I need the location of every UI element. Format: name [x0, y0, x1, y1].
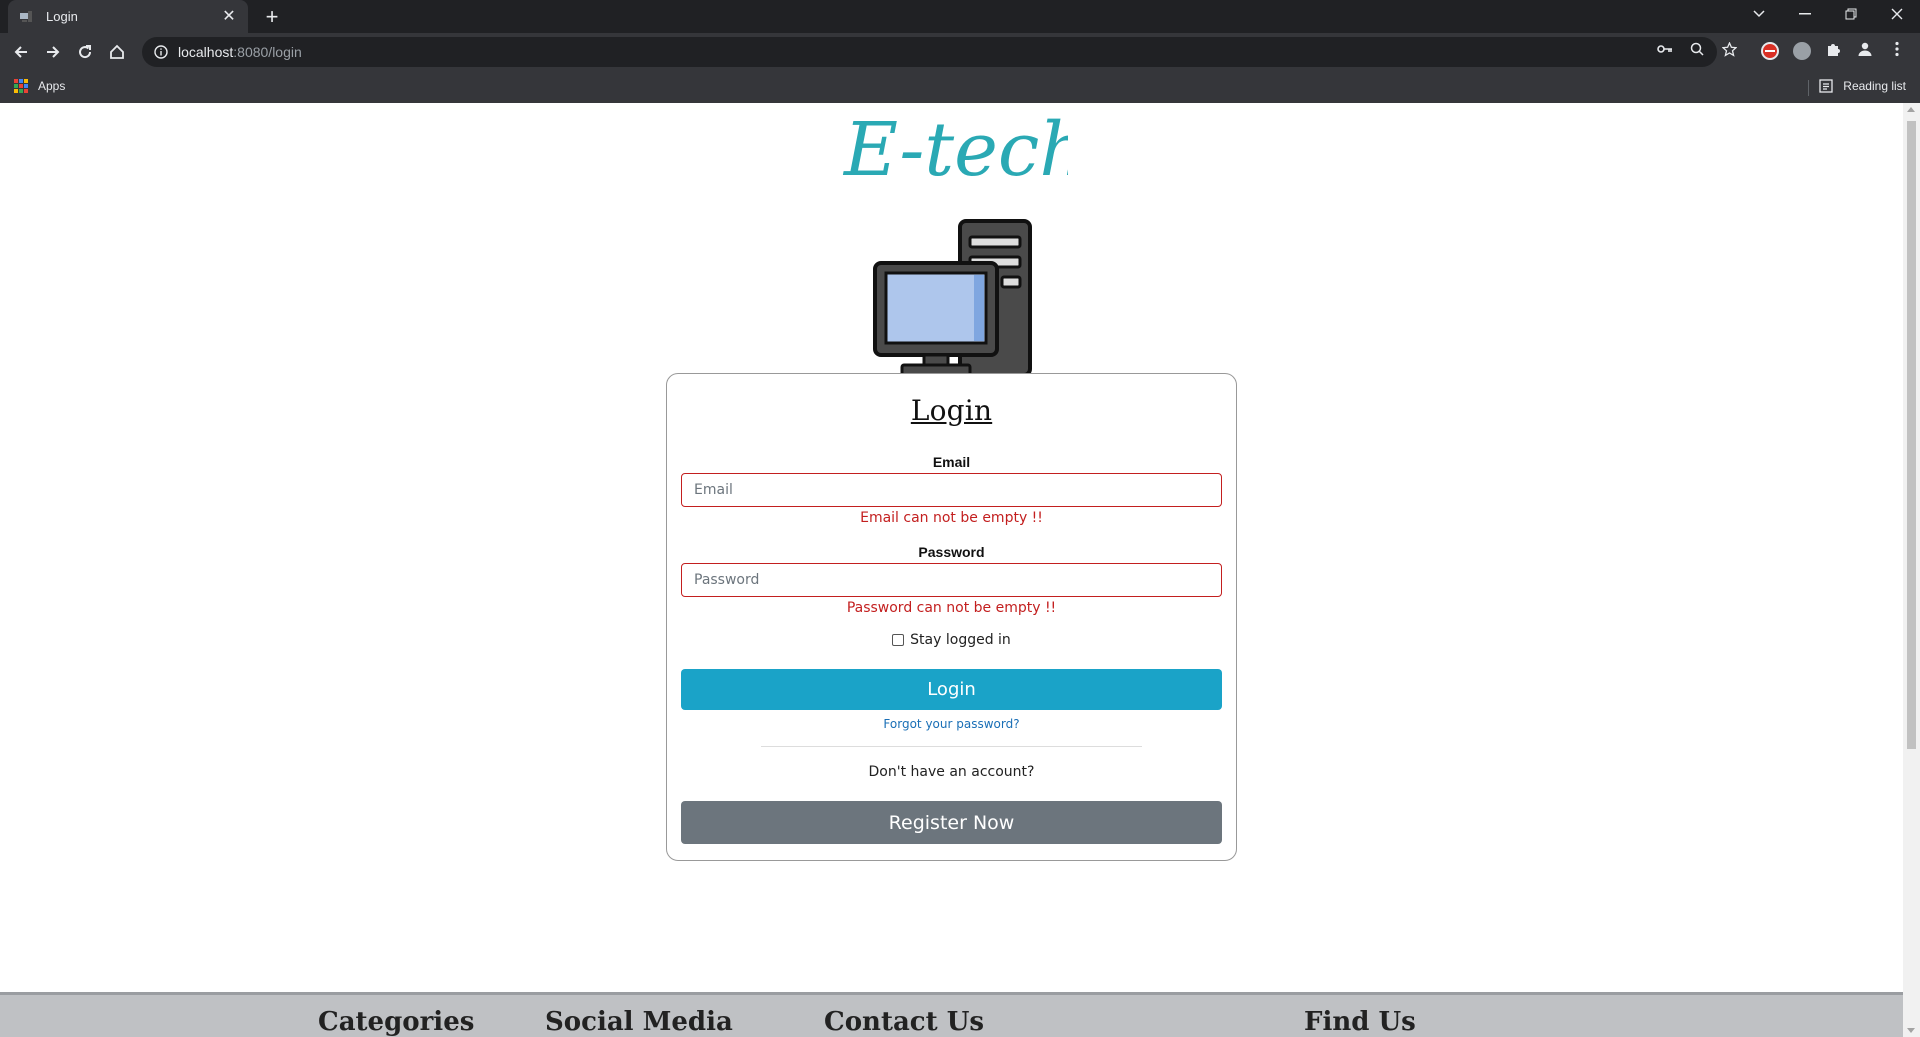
menu-kebab-icon[interactable]	[1888, 40, 1906, 58]
new-tab-icon[interactable]: +	[258, 4, 286, 30]
bookmarks-bar: Apps Reading list	[0, 71, 1920, 103]
browser-chrome: Login ✕ + localhost:8080/login Apps Rea…	[0, 0, 1920, 103]
extension-circle-icon[interactable]	[1793, 42, 1811, 60]
home-icon[interactable]	[103, 38, 131, 66]
restore-icon[interactable]	[1828, 0, 1874, 28]
login-card: Login Email Email can not be empty !! Pa…	[666, 373, 1237, 861]
tab-search-icon[interactable]	[1736, 0, 1782, 28]
url-host: localhost	[178, 44, 234, 60]
close-window-icon[interactable]	[1874, 0, 1920, 28]
back-icon[interactable]	[7, 38, 35, 66]
login-button[interactable]: Login	[681, 669, 1222, 710]
tab-title: Login	[46, 9, 78, 24]
address-bar[interactable]: localhost:8080/login	[142, 37, 1717, 67]
scroll-down-icon[interactable]	[1907, 1028, 1915, 1033]
forgot-password-link[interactable]: Forgot your password?	[667, 717, 1236, 731]
apps-grid-icon	[14, 79, 28, 93]
tab-strip: Login ✕ +	[0, 0, 1920, 33]
stay-logged-in-label[interactable]: Stay logged in	[910, 632, 1011, 648]
extension-block-icon[interactable]	[1761, 42, 1779, 60]
scroll-up-icon[interactable]	[1907, 107, 1915, 112]
reading-list-button[interactable]: Reading list	[1819, 79, 1906, 93]
site-info-icon[interactable]	[154, 45, 168, 59]
bookmark-apps[interactable]: Apps	[14, 79, 65, 93]
zoom-icon[interactable]	[1688, 40, 1706, 58]
footer-heading-find-us: Find Us	[1304, 1007, 1416, 1037]
page-scrollbar[interactable]	[1903, 103, 1920, 1037]
register-button[interactable]: Register Now	[681, 801, 1222, 844]
reading-list-label: Reading list	[1843, 79, 1906, 93]
forward-icon[interactable]	[39, 38, 67, 66]
email-input[interactable]	[681, 473, 1222, 507]
footer-heading-categories: Categories	[318, 1007, 475, 1037]
close-tab-icon[interactable]: ✕	[220, 8, 238, 26]
favicon-icon	[18, 9, 34, 25]
logo-text: E-tech	[842, 107, 1068, 193]
reading-list-icon	[1819, 79, 1833, 93]
email-error: Email can not be empty !!	[860, 510, 1043, 526]
extensions-puzzle-icon[interactable]	[1824, 40, 1842, 58]
stay-logged-in-checkbox[interactable]	[892, 634, 905, 646]
key-icon[interactable]	[1656, 40, 1674, 58]
bookmark-star-icon[interactable]	[1720, 40, 1738, 58]
footer: Categories Social Media Contact Us Find …	[0, 992, 1903, 1037]
desktop-computer-icon	[872, 217, 1032, 377]
no-account-text: Don't have an account?	[868, 764, 1035, 780]
divider	[761, 746, 1142, 747]
footer-heading-contact-us: Contact Us	[824, 1007, 984, 1037]
reload-icon[interactable]	[71, 38, 99, 66]
login-title: Login	[910, 394, 993, 427]
profile-icon[interactable]	[1856, 40, 1874, 58]
browser-tab[interactable]: Login ✕	[8, 0, 248, 33]
password-input[interactable]	[681, 563, 1222, 597]
password-label: Password	[918, 544, 985, 560]
minimize-icon[interactable]	[1782, 0, 1828, 28]
email-label: Email	[932, 454, 971, 470]
browser-toolbar: localhost:8080/login	[0, 33, 1920, 71]
url-path: :8080/login	[233, 44, 302, 60]
etech-logo[interactable]: E-tech	[838, 103, 1087, 199]
footer-heading-social-media: Social Media	[545, 1007, 733, 1037]
stay-logged-in: Stay logged in	[667, 632, 1236, 648]
scrollbar-thumb[interactable]	[1907, 121, 1916, 749]
password-error: Password can not be empty !!	[846, 600, 1057, 616]
page-viewport: E-tech Login Email Email can not be empt…	[0, 103, 1903, 1037]
bookmark-apps-label: Apps	[38, 79, 66, 93]
bookmarks-divider	[1808, 80, 1809, 96]
